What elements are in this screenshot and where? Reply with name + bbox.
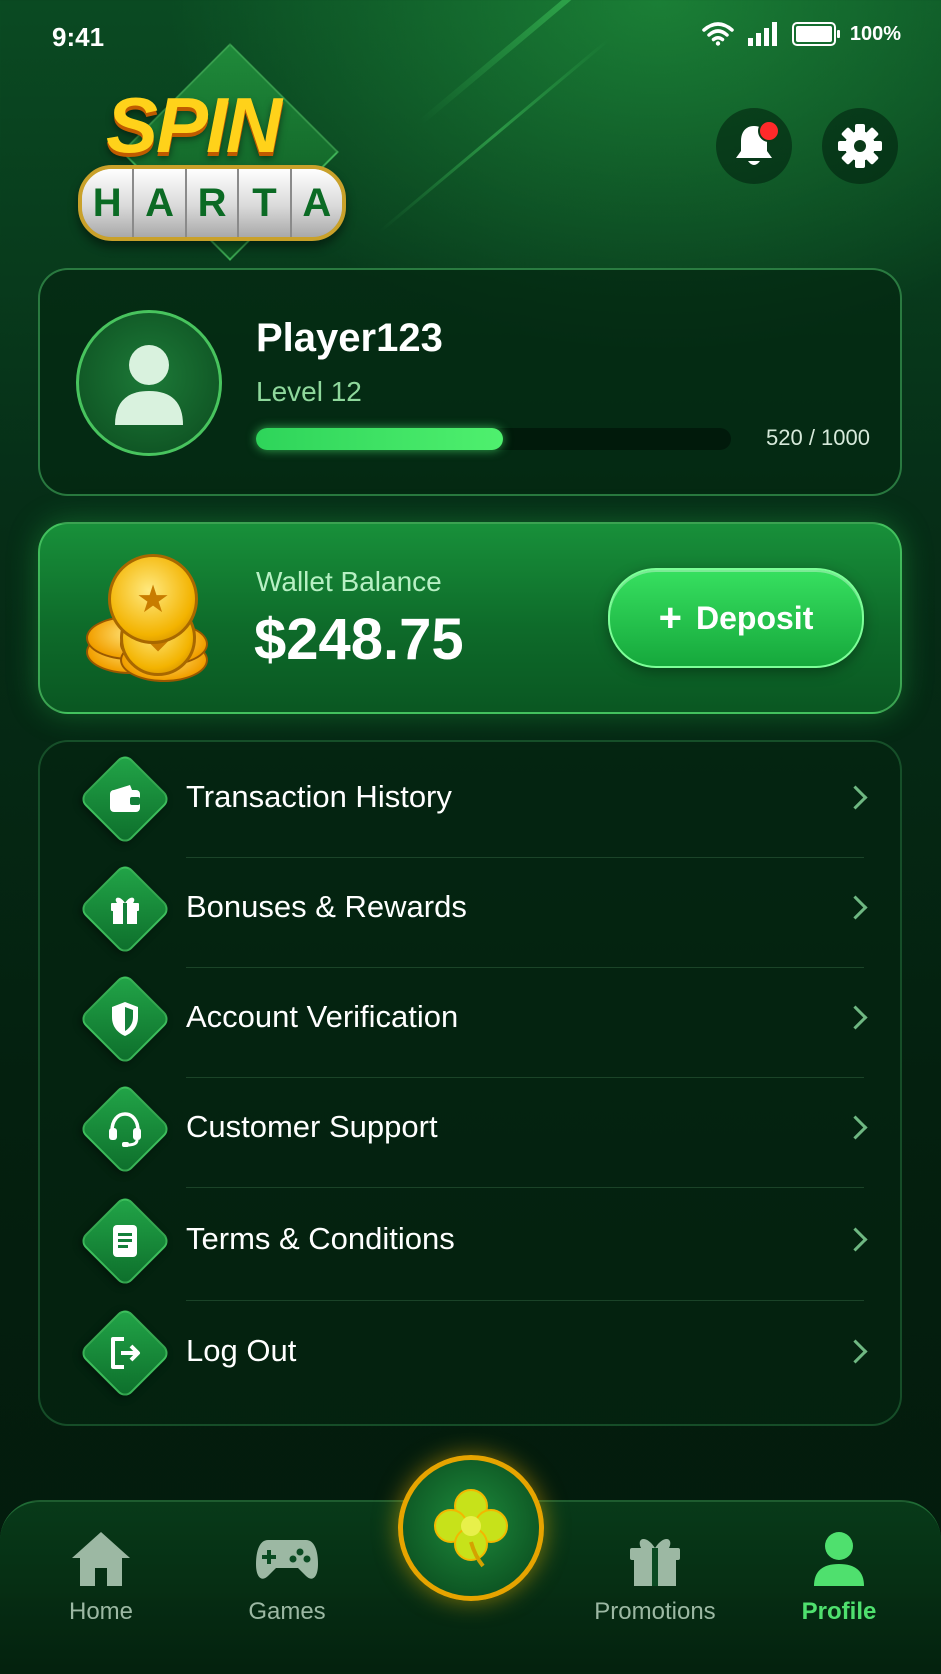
center-spin-button[interactable] [398,1455,544,1601]
menu-label: Terms & Conditions [186,1221,455,1256]
app-logo: SPIN H A R T A [78,40,358,270]
chevron-right-icon [843,1114,868,1140]
chevron-right-icon [843,1004,868,1030]
xp-text: 520 / 1000 [766,425,870,450]
user-icon [115,345,183,425]
user-icon [814,1532,864,1586]
menu-icon-badge [78,862,172,956]
gamepad-icon [256,1540,318,1579]
notifications-button[interactable] [716,108,792,184]
wifi-icon [702,22,734,46]
gear-icon [838,124,882,168]
menu-label: Transaction History [186,779,452,814]
wallet-label: Wallet Balance [256,566,442,597]
nav-label: Games [248,1598,326,1625]
wallet-balance: $248.75 [254,607,464,672]
avatar[interactable] [76,310,222,456]
gift-icon [111,897,139,924]
username: Player123 [256,316,443,360]
profile-card: Player123 Level 12 520 / 1000 [38,268,902,496]
account-menu: Transaction History Bonuses & Rewards Ac… [38,740,902,1426]
chevron-right-icon [843,1226,868,1252]
logo-reel: H A R T A [78,165,346,241]
shield-icon [112,1002,138,1036]
menu-item-transaction-history[interactable]: Transaction History [40,742,900,852]
menu-label: Bonuses & Rewards [186,889,467,924]
headset-icon [109,1112,141,1147]
logo-spin-text: SPIN [106,81,282,169]
xp-progress-bar [256,428,731,450]
chevron-right-icon [843,1338,868,1364]
wallet-card: ◆ ★ Wallet Balance $248.75 + Deposit [38,522,902,714]
player-level: Level 12 [256,376,362,407]
menu-label: Customer Support [186,1109,438,1144]
signal-icon [747,22,777,46]
menu-item-bonuses-rewards[interactable]: Bonuses & Rewards [40,852,900,962]
plus-icon: + [658,596,682,640]
deposit-button[interactable]: + Deposit [608,568,864,668]
logo-reel-letter: A [134,169,187,237]
menu-item-customer-support[interactable]: Customer Support [40,1072,900,1182]
deposit-label: Deposit [696,599,814,636]
menu-item-terms-conditions[interactable]: Terms & Conditions [40,1184,900,1294]
chevron-right-icon [843,894,868,920]
nav-label: Promotions [594,1598,716,1625]
menu-icon-badge [78,752,172,846]
gift-icon [630,1538,680,1586]
wallet-icon [110,785,140,812]
menu-item-account-verification[interactable]: Account Verification [40,962,900,1072]
home-icon [72,1532,130,1586]
battery-icon [791,22,840,46]
logo-reel-letter: H [82,169,135,237]
nav-item-games[interactable]: Games [202,1530,372,1626]
nav-label: Home [68,1598,134,1625]
document-icon [113,1225,137,1257]
status-indicators: 100% [702,22,901,46]
nav-label: Profile [801,1598,877,1625]
logo-reel-letter: T [239,169,292,237]
menu-label: Account Verification [186,999,459,1034]
menu-icon-badge [78,1306,172,1400]
logo-reel-letter: A [291,169,342,237]
chevron-right-icon [843,784,868,810]
logout-icon [111,1337,140,1369]
logo-reel-letter: R [186,169,240,237]
nav-item-promotions[interactable]: Promotions [570,1530,740,1626]
menu-item-log-out[interactable]: Log Out [40,1296,900,1406]
menu-label: Log Out [186,1333,297,1368]
menu-icon-badge [78,1194,172,1288]
settings-button[interactable] [822,108,898,184]
notification-badge [758,120,780,142]
xp-progress-fill [256,428,503,450]
menu-icon-badge [78,972,172,1066]
coins-icon: ◆ ★ [84,554,214,684]
nav-item-home[interactable]: Home [16,1530,186,1626]
clover-icon [434,1489,508,1568]
battery-percent: 100% [849,22,901,45]
menu-icon-badge [78,1082,172,1176]
nav-item-profile[interactable]: Profile [754,1530,924,1626]
